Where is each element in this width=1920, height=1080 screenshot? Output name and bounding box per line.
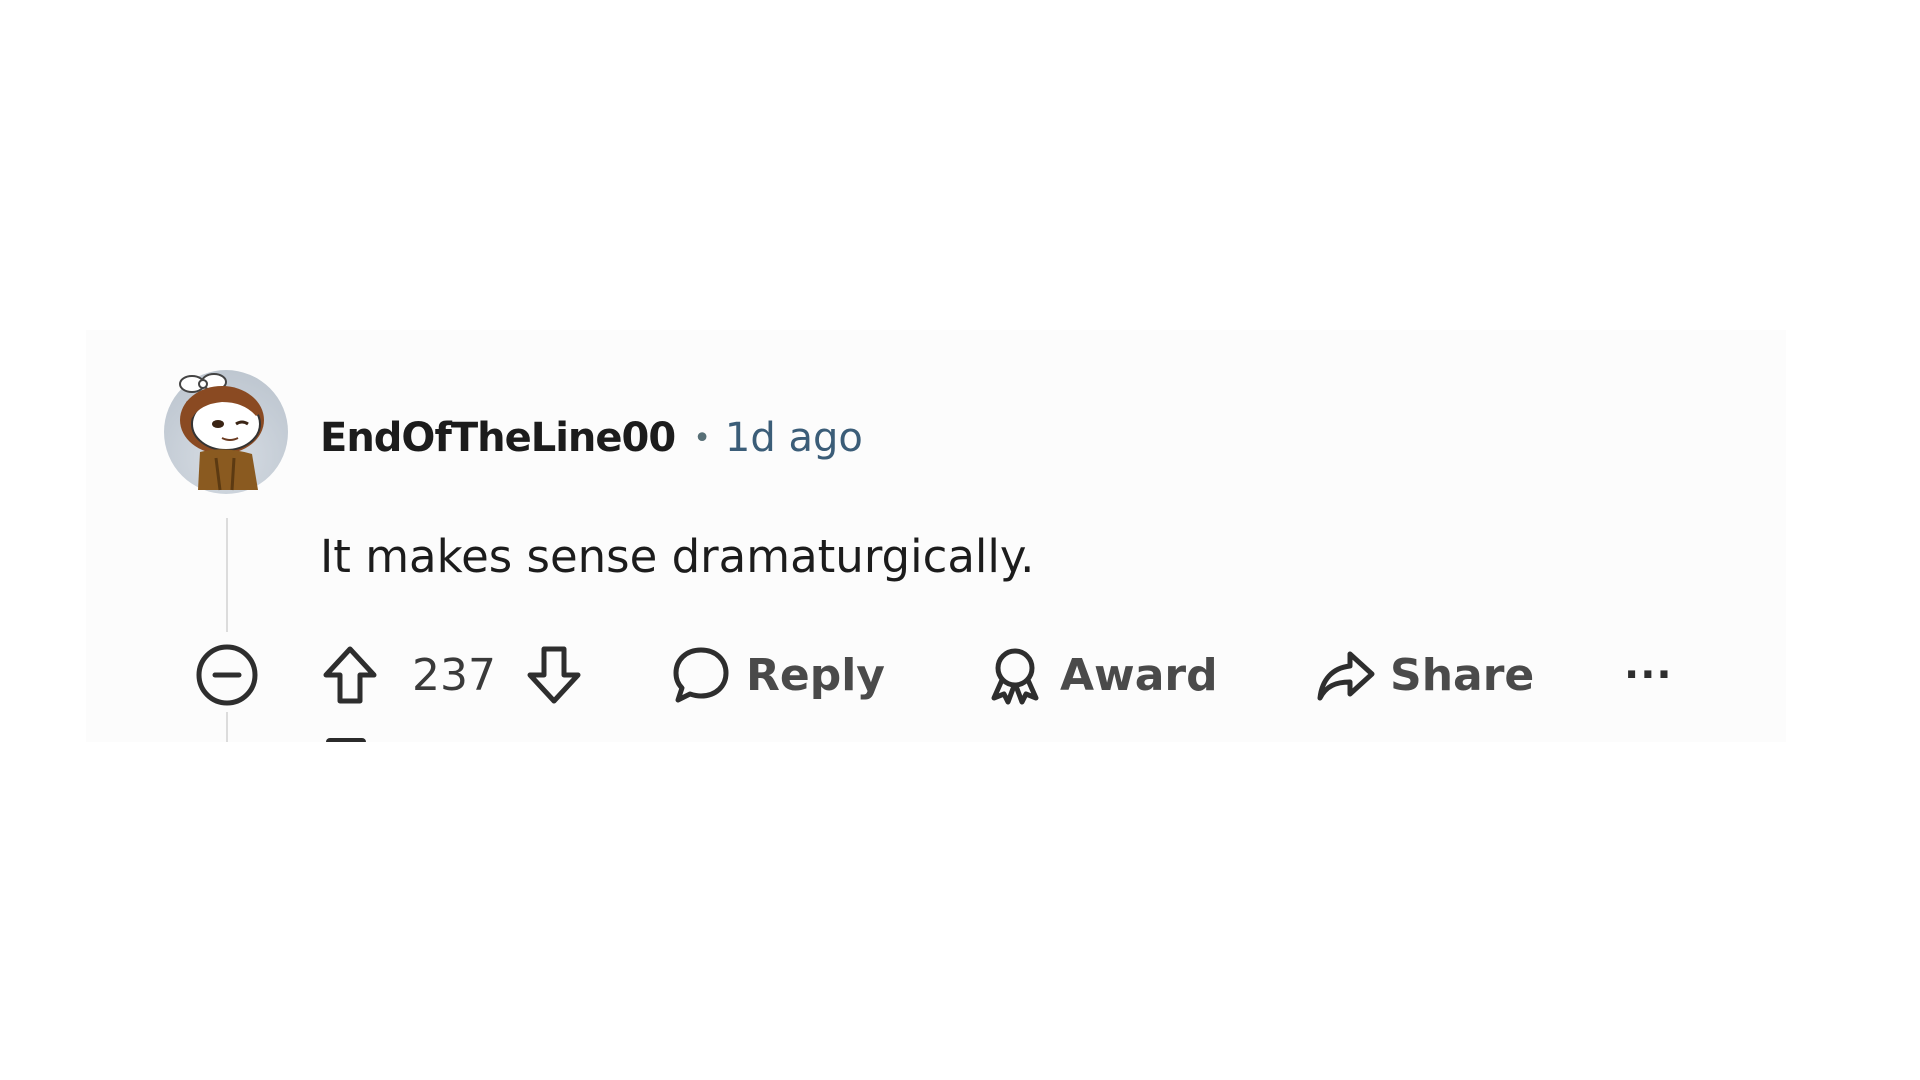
more-options-button[interactable]: ···: [1624, 635, 1673, 715]
share-label: Share: [1390, 649, 1535, 701]
username-link[interactable]: EndOfTheLine00: [320, 415, 676, 461]
collapse-button[interactable]: [194, 635, 260, 715]
award-label: Award: [1060, 649, 1218, 701]
meta-separator: •: [693, 420, 711, 456]
upvote-arrow-icon: [323, 646, 377, 704]
chat-bubble-icon: [673, 647, 729, 703]
comment-action-bar: 237 Reply Award Share ···: [0, 635, 1920, 715]
child-comment-avatar-edge: [326, 738, 366, 742]
share-button[interactable]: Share: [1314, 635, 1534, 715]
avatar[interactable]: [164, 370, 288, 494]
downvote-arrow-icon: [527, 646, 581, 704]
comment-body: It makes sense dramaturgically.: [320, 530, 1035, 583]
award-ribbon-icon: [991, 648, 1039, 705]
award-button[interactable]: Award: [984, 635, 1218, 715]
reply-button[interactable]: Reply: [670, 635, 885, 715]
thread-line[interactable]: [226, 518, 228, 632]
snoo-avatar-icon: [179, 373, 264, 491]
thread-line-continuation[interactable]: [226, 712, 228, 742]
comment-timestamp[interactable]: 1d ago: [725, 415, 863, 461]
downvote-button[interactable]: [524, 635, 584, 715]
reply-label: Reply: [746, 649, 885, 701]
more-dots-icon: ···: [1624, 652, 1673, 698]
collapse-circle-minus-icon: [196, 644, 258, 706]
comment-header: EndOfTheLine00 • 1d ago: [320, 410, 863, 466]
vote-score: 237: [412, 649, 496, 701]
upvote-button[interactable]: [320, 635, 380, 715]
share-arrow-icon: [1317, 651, 1375, 701]
